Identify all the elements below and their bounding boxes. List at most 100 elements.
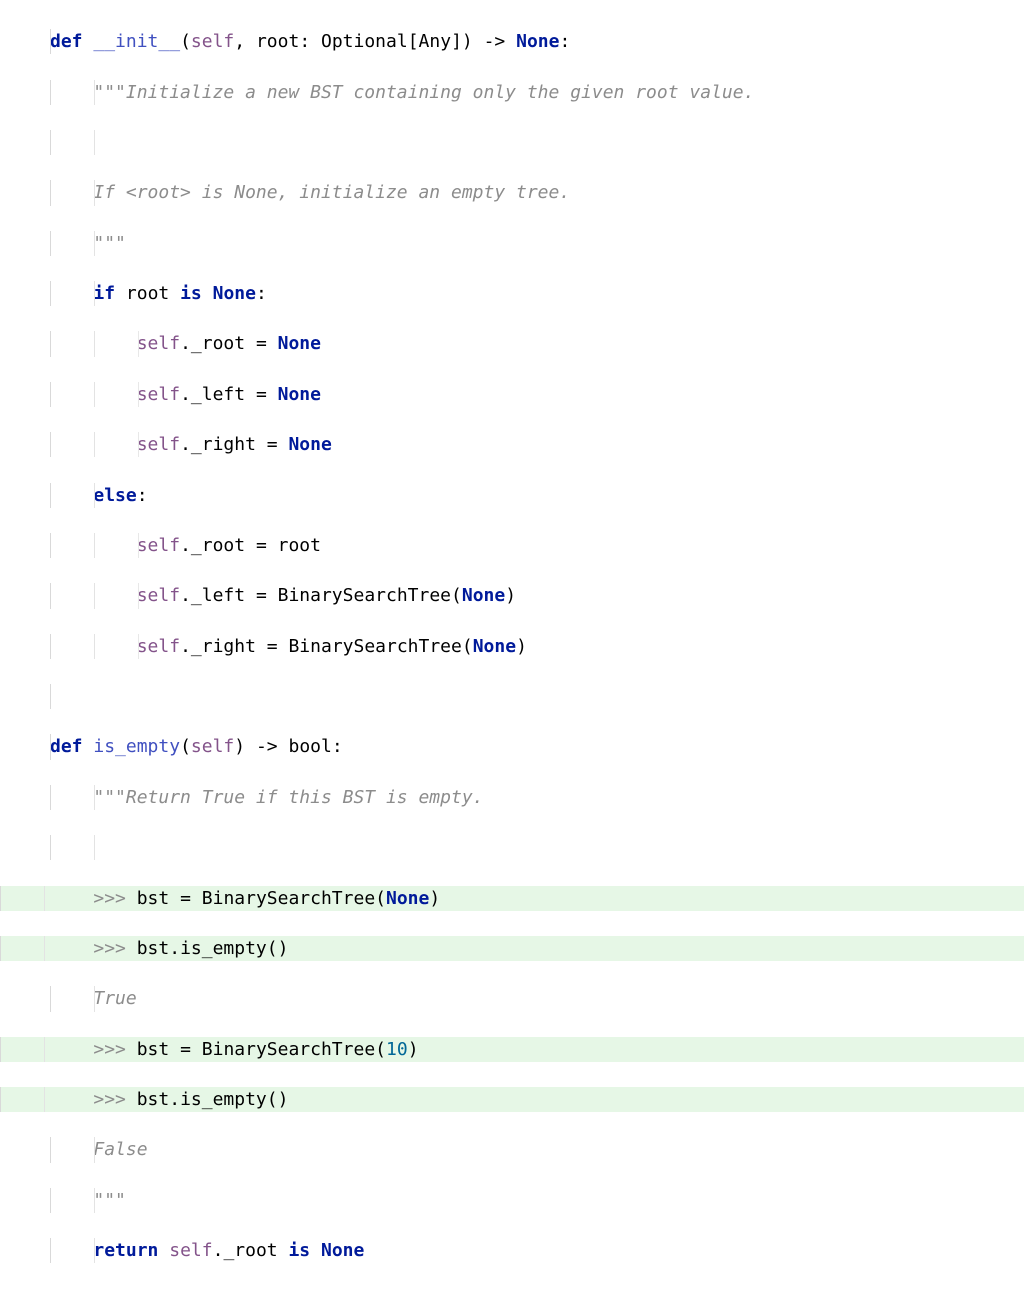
code-line: self._left = None [50,382,1024,407]
code-line: if root is None: [50,281,1024,306]
attr-left: _left [191,585,245,606]
const-none: None [473,636,516,657]
rparen: ) [429,888,440,909]
code-line: If <root> is None, initialize an empty t… [50,180,1024,205]
rparen: ) [278,1089,289,1110]
keyword-def: def [50,736,83,757]
colon: : [332,736,343,757]
code-line-blank [50,835,1024,860]
dot: . [180,585,191,606]
triple-quote: """ [93,1190,126,1211]
doctest-prompt: >>> [93,888,126,909]
triple-quote: """ [93,82,126,103]
colon: : [256,283,267,304]
class-bst: BinarySearchTree [202,1039,375,1060]
code-line-doctest-output: True [50,986,1024,1011]
attr-left: _left [191,384,245,405]
equals: = [267,636,278,657]
code-line-doctest: >>> bst.is_empty() [0,1087,1024,1112]
lparen: ( [267,938,278,959]
self-kw: self [191,31,234,52]
code-line: """Return True if this BST is empty. [50,785,1024,810]
dot: . [180,384,191,405]
arrow: -> [484,31,506,52]
keyword-def: def [50,31,83,52]
self-kw: self [137,333,180,354]
bst-var: bst [137,1039,170,1060]
type-any: Any [419,31,452,52]
lparen: ( [462,636,473,657]
const-none: None [278,384,321,405]
self-kw: self [137,636,180,657]
docstring-text: Initialize a new BST containing only the… [126,82,755,103]
const-none: None [462,585,505,606]
triple-quote: """ [93,233,126,254]
dot: . [180,434,191,455]
const-none: None [288,434,331,455]
function-name-init: __init__ [93,31,180,52]
code-line-doctest-output: False [50,1137,1024,1162]
code-line: self._left = BinarySearchTree(None) [50,583,1024,608]
code-line: self._right = BinarySearchTree(None) [50,634,1024,659]
code-line: self._right = None [50,432,1024,457]
rparen: ) [505,585,516,606]
class-bst: BinarySearchTree [278,585,451,606]
rparen: ) [278,938,289,959]
self-kw: self [137,434,180,455]
dot: . [169,1089,180,1110]
code-line-doctest: >>> bst = BinarySearchTree(None) [0,886,1024,911]
rparen: ) [462,31,473,52]
code-line-blank [50,130,1024,155]
param-root: root [278,535,321,556]
equals: = [267,434,278,455]
colon: : [137,485,148,506]
code-line: """ [50,231,1024,256]
code-line: self._root = root [50,533,1024,558]
rparen: ) [234,736,245,757]
code-line: else: [50,483,1024,508]
const-none: None [213,283,256,304]
equals: = [256,585,267,606]
comma: , [234,31,245,52]
keyword-is: is [288,1240,310,1261]
lbracket: [ [408,31,419,52]
code-line-blank [50,684,1024,709]
lparen: ( [375,1039,386,1060]
docstring-text: If <root> is None, initialize an empty t… [93,182,570,203]
colon: : [299,31,310,52]
code-line: return self._root is None [50,1238,1024,1263]
code-line-doctest: >>> bst.is_empty() [0,936,1024,961]
dot: . [169,938,180,959]
bst-var: bst [137,938,170,959]
attr-root: _root [223,1240,277,1261]
doctest-prompt: >>> [93,1039,126,1060]
class-bst: BinarySearchTree [202,888,375,909]
self-kw: self [137,384,180,405]
equals: = [256,535,267,556]
code-line: self._root = None [50,331,1024,356]
const-none: None [321,1240,364,1261]
keyword-is: is [180,283,202,304]
attr-root: _root [191,333,245,354]
number-ten: 10 [386,1039,408,1060]
const-none: None [278,333,321,354]
self-kw: self [191,736,234,757]
doctest-output-false: False [93,1139,147,1160]
self-kw: self [137,535,180,556]
bst-var: bst [137,1089,170,1110]
lparen: ( [375,888,386,909]
equals: = [180,888,191,909]
dot: . [180,535,191,556]
method-is-empty: is_empty [180,938,267,959]
equals: = [256,333,267,354]
const-none: None [516,31,559,52]
attr-right: _right [191,434,256,455]
param-root: root [256,31,299,52]
colon: : [559,31,570,52]
method-is-empty: is_empty [180,1089,267,1110]
attr-root: _root [191,535,245,556]
code-line: def __init__(self, root: Optional[Any]) … [50,29,1024,54]
code-line: def is_empty(self) -> bool: [50,734,1024,759]
function-name-is-empty: is_empty [93,736,180,757]
self-kw: self [137,585,180,606]
